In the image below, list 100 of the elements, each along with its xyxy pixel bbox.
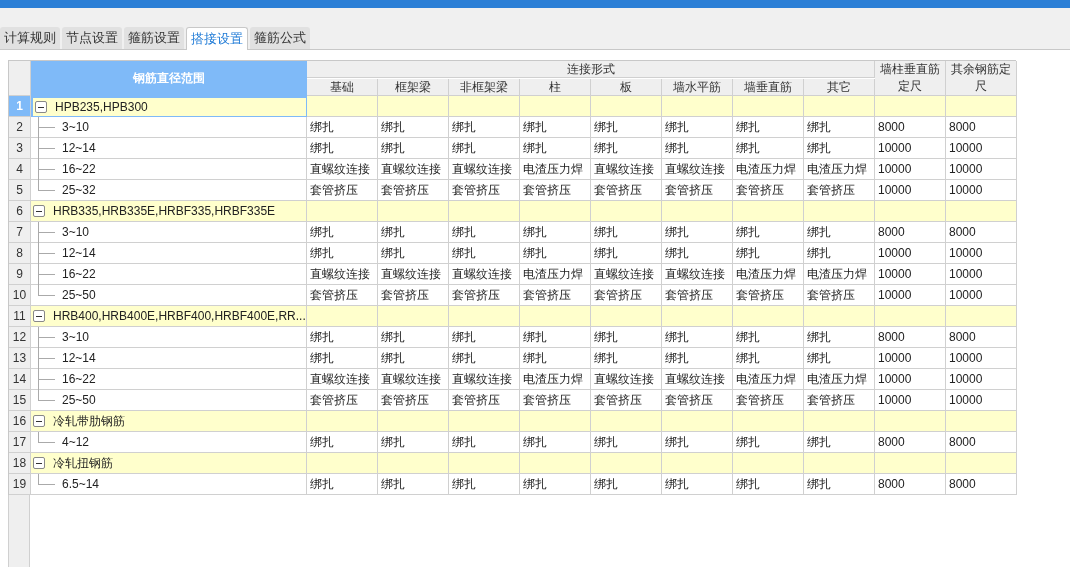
- table-cell: 绑扎: [733, 348, 804, 369]
- table-cell: 绑扎: [307, 243, 378, 264]
- column-group-header: 连接形式: [307, 61, 875, 78]
- row-number[interactable]: 19: [9, 474, 31, 495]
- table-cell: 绑扎: [591, 243, 662, 264]
- table-cell: 直螺纹连接: [591, 159, 662, 180]
- node-label: 3~10: [62, 119, 90, 136]
- node-label: 16~22: [62, 371, 96, 388]
- table-cell: 电渣压力焊: [520, 264, 591, 285]
- collapse-icon[interactable]: [33, 205, 45, 217]
- table-cell: 套管挤压: [378, 285, 449, 306]
- table-cell: 绑扎: [307, 138, 378, 159]
- node-label: HPB235,HPB300: [55, 99, 148, 116]
- table-cell: 绑扎: [520, 432, 591, 453]
- table-cell: 绑扎: [662, 243, 733, 264]
- table-cell: 10000: [946, 180, 1017, 201]
- collapse-icon[interactable]: [33, 415, 45, 427]
- table-cell: 绑扎: [520, 348, 591, 369]
- node-label: 6.5~14: [62, 476, 100, 493]
- row-number[interactable]: 15: [9, 390, 31, 411]
- table-cell: 绑扎: [804, 348, 875, 369]
- table-cell: 10000: [946, 390, 1017, 411]
- table-cell: 绑扎: [378, 117, 449, 138]
- row-number[interactable]: 3: [9, 138, 31, 159]
- table-cell: 绑扎: [449, 474, 520, 495]
- table-cell: 10000: [946, 285, 1017, 306]
- node-label: 冷轧带肋钢筋: [53, 413, 125, 430]
- row-number[interactable]: 7: [9, 222, 31, 243]
- table-cell: 直螺纹连接: [449, 159, 520, 180]
- table-cell: 绑扎: [662, 117, 733, 138]
- table-cell: 绑扎: [449, 327, 520, 348]
- table-cell: 直螺纹连接: [662, 264, 733, 285]
- table-cell: 绑扎: [591, 138, 662, 159]
- row-number[interactable]: 14: [9, 369, 31, 390]
- column-header: 框架梁: [378, 78, 449, 96]
- table-cell: 套管挤压: [804, 285, 875, 306]
- table-cell: 8000: [946, 474, 1017, 495]
- row-number[interactable]: 8: [9, 243, 31, 264]
- node-label: 16~22: [62, 266, 96, 283]
- tab[interactable]: 搭接设置: [186, 27, 248, 50]
- table-cell: 绑扎: [591, 348, 662, 369]
- table-cell: 套管挤压: [662, 180, 733, 201]
- row-number[interactable]: 17: [9, 432, 31, 453]
- table-cell: 10000: [875, 159, 946, 180]
- table-cell: 套管挤压: [378, 180, 449, 201]
- node-label: 16~22: [62, 161, 96, 178]
- table-cell: 绑扎: [378, 243, 449, 264]
- table-cell: 绑扎: [378, 348, 449, 369]
- collapse-icon[interactable]: [33, 457, 45, 469]
- column-header: 其余钢筋定尺: [946, 61, 1017, 96]
- table-cell: 套管挤压: [520, 285, 591, 306]
- tab[interactable]: 节点设置: [62, 27, 122, 49]
- row-number[interactable]: 9: [9, 264, 31, 285]
- row-number[interactable]: 10: [9, 285, 31, 306]
- row-number[interactable]: 5: [9, 180, 31, 201]
- table-cell: 10000: [946, 159, 1017, 180]
- table-cell: 绑扎: [307, 432, 378, 453]
- row-number[interactable]: 4: [9, 159, 31, 180]
- table-cell: 绑扎: [662, 327, 733, 348]
- table-cell: 直螺纹连接: [307, 264, 378, 285]
- table-cell: 套管挤压: [307, 390, 378, 411]
- row-number[interactable]: 6: [9, 201, 31, 222]
- table-cell: 套管挤压: [449, 180, 520, 201]
- table-cell: 8000: [875, 222, 946, 243]
- table-cell: 绑扎: [449, 243, 520, 264]
- table-cell: 套管挤压: [449, 285, 520, 306]
- table-cell: 直螺纹连接: [307, 369, 378, 390]
- table-cell: 绑扎: [591, 327, 662, 348]
- table-cell: 10000: [946, 138, 1017, 159]
- table-cell: 绑扎: [449, 117, 520, 138]
- table-cell: 绑扎: [591, 474, 662, 495]
- row-number[interactable]: 12: [9, 327, 31, 348]
- table-cell: 直螺纹连接: [591, 264, 662, 285]
- table-cell: 10000: [875, 264, 946, 285]
- table-cell: 8000: [875, 432, 946, 453]
- node-label: 冷轧扭钢筋: [53, 455, 113, 472]
- table-cell: 绑扎: [733, 138, 804, 159]
- row-number[interactable]: 18: [9, 453, 31, 474]
- row-number[interactable]: 16: [9, 411, 31, 432]
- tab[interactable]: 箍筋公式: [250, 27, 310, 49]
- table-cell: 套管挤压: [591, 180, 662, 201]
- table-cell: 绑扎: [307, 117, 378, 138]
- table-cell: 10000: [946, 264, 1017, 285]
- node-label: 12~14: [62, 245, 96, 262]
- table-cell: 绑扎: [591, 222, 662, 243]
- table-cell: 套管挤压: [520, 180, 591, 201]
- row-number[interactable]: 2: [9, 117, 31, 138]
- column-header: 墙柱垂直筋定尺: [875, 61, 946, 96]
- collapse-icon[interactable]: [33, 310, 45, 322]
- collapse-icon[interactable]: [35, 101, 47, 113]
- tab[interactable]: 箍筋设置: [124, 27, 184, 49]
- table-cell: 绑扎: [804, 243, 875, 264]
- table-cell: 绑扎: [520, 474, 591, 495]
- column-header: 非框架梁: [449, 78, 520, 96]
- tab[interactable]: 计算规则: [0, 27, 60, 49]
- table-cell: 电渣压力焊: [804, 159, 875, 180]
- row-number[interactable]: 13: [9, 348, 31, 369]
- node-label: HRB335,HRB335E,HRBF335,HRBF335E: [53, 203, 276, 220]
- row-number[interactable]: 11: [9, 306, 31, 327]
- table-cell: 绑扎: [520, 327, 591, 348]
